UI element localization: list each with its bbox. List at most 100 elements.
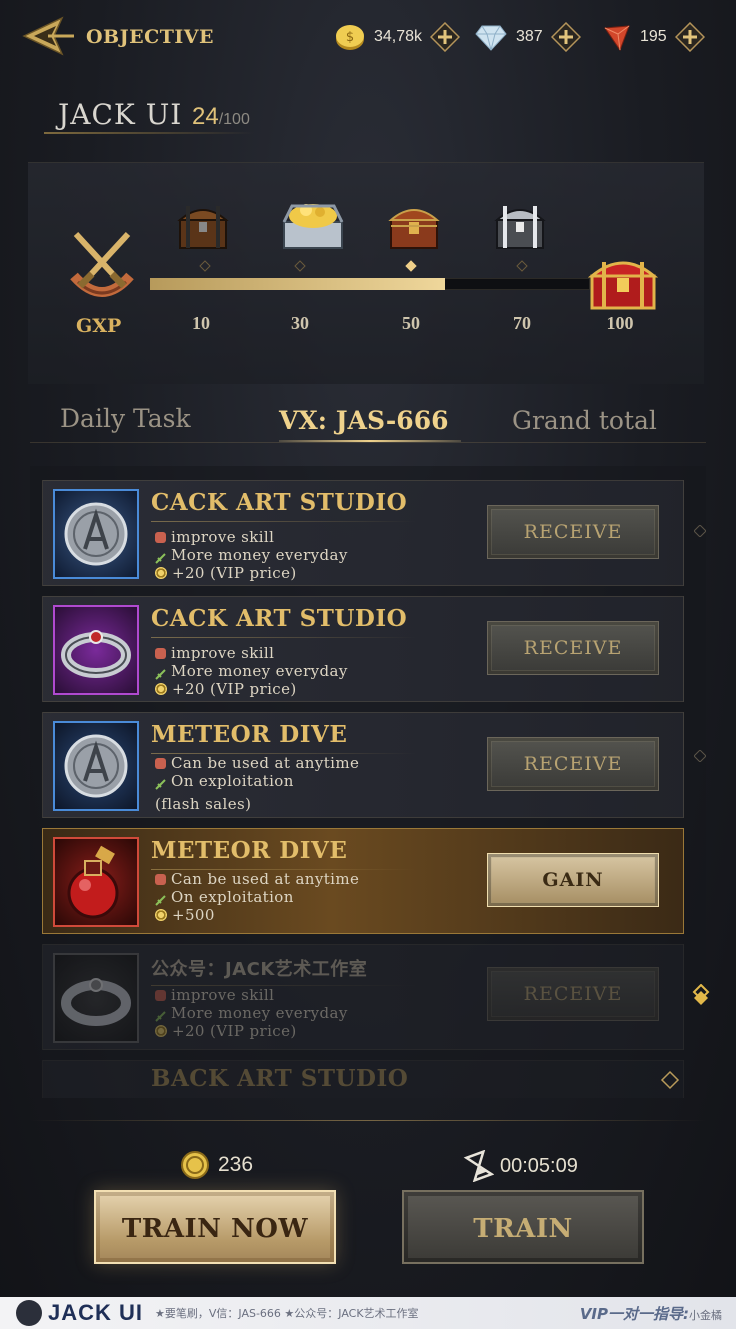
level-max: /100 — [218, 111, 250, 128]
task-item: CACK ART STUDIO improve skill More money… — [42, 480, 684, 586]
skill-bullet-icon — [155, 647, 166, 659]
leaf-bullet-icon — [155, 550, 166, 564]
milestone-label: 10 — [192, 313, 210, 333]
page-title: OBJECTIVE — [86, 26, 214, 48]
task-title: CACK ART STUDIO — [151, 489, 408, 516]
task-desc: Can be used at anytime — [155, 754, 359, 772]
crossed-swords-icon — [62, 226, 142, 306]
add-gold-button[interactable] — [430, 22, 461, 52]
chest-50-icon[interactable] — [381, 196, 447, 254]
gold-currency: $ 34,78k — [334, 18, 461, 56]
add-gem-button[interactable] — [674, 22, 705, 52]
task-item-highlighted: METEOR DIVE Can be used at anytime On ex… — [42, 828, 684, 934]
player-level: 24/100 — [192, 103, 250, 131]
skill-bullet-icon — [155, 757, 166, 769]
task-item: BACK ART STUDIO — [42, 1060, 684, 1098]
leaf-bullet-icon — [155, 666, 166, 680]
receive-button[interactable]: RECEIVE — [487, 967, 659, 1021]
leaf-bullet-icon — [155, 776, 166, 790]
task-desc: More money everyday — [155, 1004, 348, 1022]
title-divider — [151, 637, 416, 638]
ring-item-icon — [53, 605, 139, 695]
tab-vx[interactable]: VX: JAS-666 — [279, 406, 448, 435]
footer-brand: JACK UI — [48, 1300, 144, 1325]
diamond-currency: 387 — [474, 18, 581, 56]
cost-value: 236 — [218, 1153, 254, 1176]
side-diamond-icon — [694, 525, 706, 537]
task-reward: +500 — [155, 906, 215, 924]
task-desc: On exploitation — [155, 772, 294, 790]
diamond-icon — [475, 25, 507, 51]
receive-button[interactable]: RECEIVE — [487, 505, 659, 559]
milestone-label: 100 — [606, 313, 634, 333]
task-item: METEOR DIVE Can be used at anytime On ex… — [42, 712, 684, 818]
timer-value: 00:05:09 — [500, 1154, 578, 1177]
gold-coin-icon — [181, 1151, 209, 1179]
task-reward: +20 (VIP price) — [155, 1022, 297, 1040]
task-item: 公众号：JACK艺术工作室 improve skill More money e… — [42, 944, 684, 1050]
task-reward: +20 (VIP price) — [155, 564, 297, 582]
skill-bullet-icon — [155, 531, 166, 543]
scroll-down-icon[interactable] — [660, 1070, 680, 1090]
task-note: (flash sales) — [155, 795, 252, 813]
train-cost: 236 — [180, 1150, 253, 1180]
task-reward: +20 (VIP price) — [155, 680, 297, 698]
gain-button[interactable]: GAIN — [487, 853, 659, 907]
coin-bullet-icon — [155, 909, 167, 921]
skill-bullet-icon — [155, 989, 166, 1001]
scroll-indicator-icon[interactable] — [692, 984, 710, 1006]
task-desc: On exploitation — [155, 888, 294, 906]
task-item: CACK ART STUDIO improve skill More money… — [42, 596, 684, 702]
plus-icon — [674, 22, 705, 52]
receive-button[interactable]: RECEIVE — [487, 737, 659, 791]
gold-amount: 34,78k — [374, 28, 423, 45]
gxp-label: GXP — [76, 315, 122, 337]
footer-text: ★要笔刷，V信：JAS-666 ★公众号：JACK艺术工作室 — [155, 1307, 419, 1320]
hourglass-icon — [463, 1150, 494, 1182]
task-desc: More money everyday — [155, 662, 348, 680]
train-now-button[interactable]: TRAIN NOW — [94, 1190, 336, 1264]
coin-item-icon — [53, 489, 139, 579]
diamond-amount: 387 — [516, 28, 543, 45]
footer-vip: VIP一对一指导:小金橘 — [579, 1304, 722, 1323]
level-current: 24 — [192, 103, 219, 130]
task-title: METEOR DIVE — [151, 721, 348, 748]
tabs-divider — [30, 442, 706, 443]
task-title: CACK ART STUDIO — [151, 605, 408, 632]
task-title: METEOR DIVE — [151, 837, 348, 864]
coin-item-icon — [53, 721, 139, 811]
receive-button[interactable]: RECEIVE — [487, 621, 659, 675]
progress-fill — [150, 278, 445, 290]
task-desc: improve skill — [155, 986, 274, 1004]
gem-amount: 195 — [640, 28, 667, 45]
tab-daily-task[interactable]: Daily Task — [60, 404, 191, 433]
player-name: JACK UI — [58, 98, 183, 131]
tab-grand-total[interactable]: Grand total — [512, 406, 657, 435]
back-arrow-icon[interactable] — [22, 14, 76, 58]
add-diamond-button[interactable] — [550, 22, 581, 52]
skill-bullet-icon — [155, 873, 166, 885]
chest-70-icon[interactable] — [487, 196, 553, 254]
leaf-bullet-icon — [155, 892, 166, 906]
task-desc: improve skill — [155, 528, 274, 546]
active-tab-underline — [279, 440, 461, 442]
task-desc: More money everyday — [155, 546, 348, 564]
task-desc: improve skill — [155, 644, 274, 662]
train-timer: 00:05:09 — [462, 1150, 578, 1182]
footer-watermark: JACK UI ★要笔刷，V信：JAS-666 ★公众号：JACK艺术工作室 V… — [0, 1297, 736, 1329]
svg-text:$: $ — [346, 30, 354, 45]
chest-100-icon[interactable] — [584, 248, 662, 314]
task-desc: Can be used at anytime — [155, 870, 359, 888]
train-button[interactable]: TRAIN — [402, 1190, 644, 1264]
brand-logo-icon — [16, 1300, 42, 1326]
milestone-label: 50 — [402, 313, 420, 333]
chest-10-icon[interactable] — [170, 196, 236, 254]
task-list[interactable]: CACK ART STUDIO improve skill More money… — [30, 466, 706, 1098]
gem-currency: 195 — [602, 18, 705, 56]
name-divider — [44, 132, 254, 134]
title-divider — [151, 521, 416, 522]
coin-bullet-icon — [155, 1025, 167, 1037]
milestone-label: 30 — [291, 313, 309, 333]
chest-30-icon[interactable] — [278, 192, 344, 250]
plus-icon — [430, 22, 461, 52]
